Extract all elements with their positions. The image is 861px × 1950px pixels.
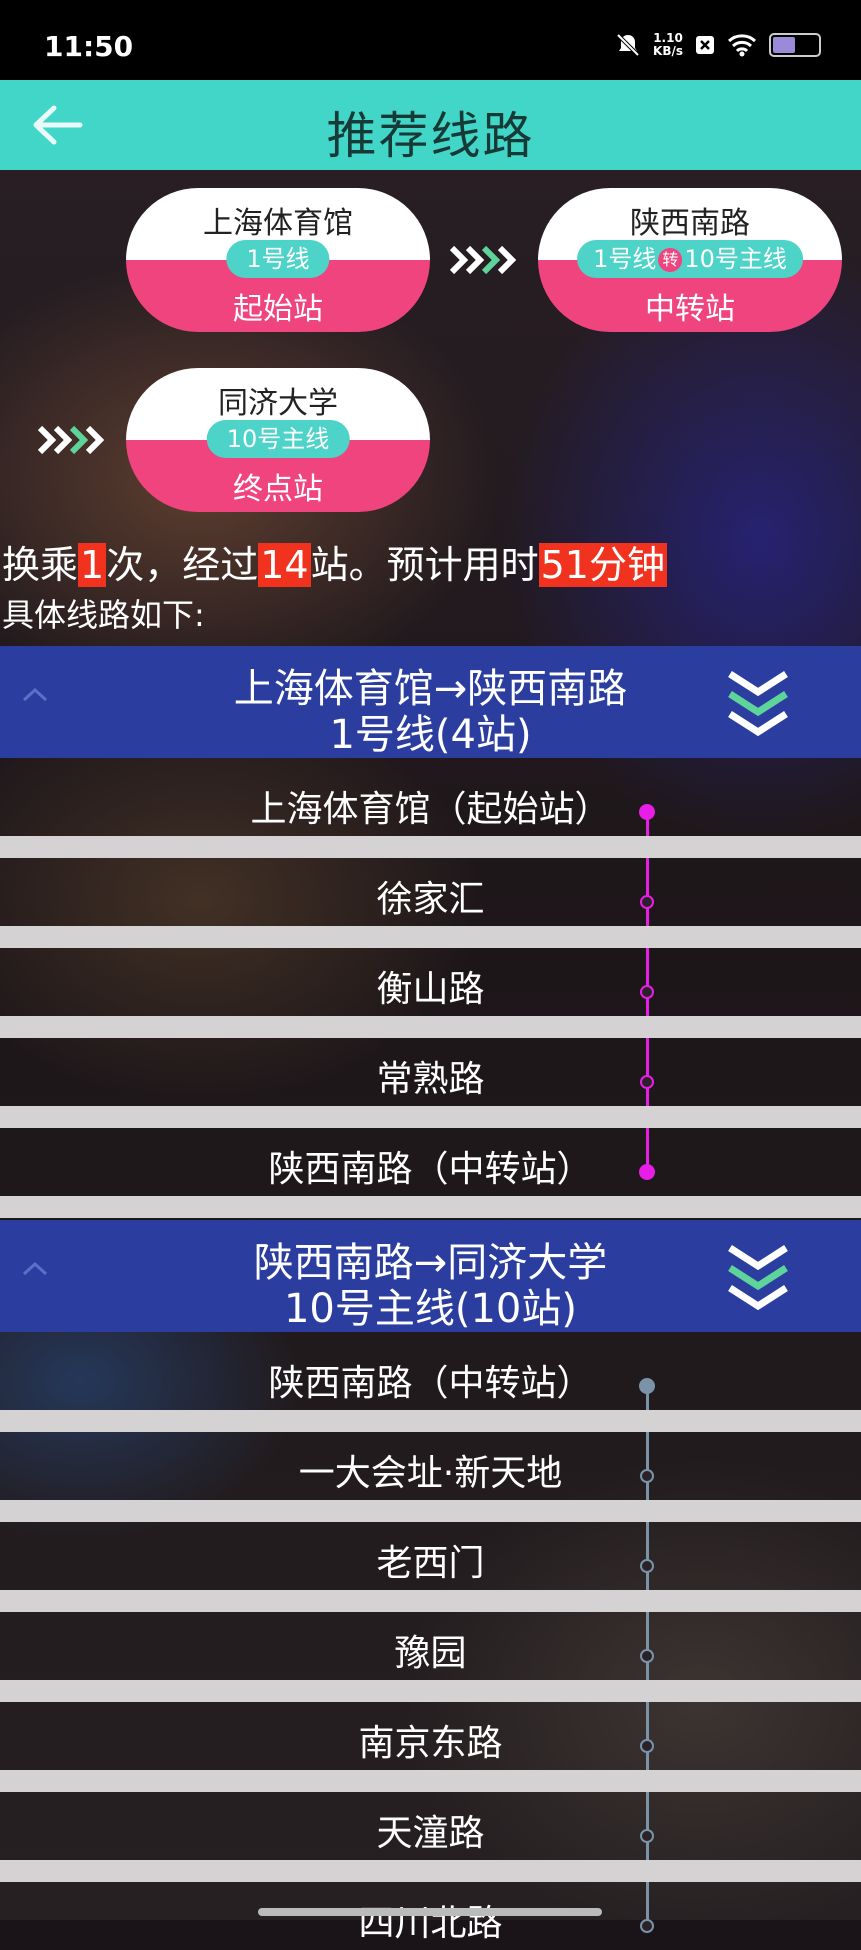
row-divider	[0, 1590, 861, 1612]
station-name: 一大会址·新天地	[298, 1453, 563, 1494]
station-row[interactable]: 老西门	[0, 1522, 861, 1590]
line-badge: 1号线	[226, 240, 330, 278]
station-dot	[640, 1829, 654, 1843]
route-card-transfer: 陕西南路 1号线转 10号主线 中转站	[538, 188, 842, 332]
station-name: 衡山路	[376, 969, 485, 1010]
row-divider	[0, 926, 861, 948]
row-divider	[0, 1770, 861, 1792]
status-time: 11:50	[44, 30, 134, 63]
station-name: 徐家汇	[376, 879, 485, 920]
mute-bell-icon	[616, 33, 640, 57]
station-role: 终点站	[233, 472, 323, 507]
station-count: 14	[258, 543, 311, 587]
chevrons-right-icon	[450, 245, 517, 275]
station-row[interactable]: 豫园	[0, 1612, 861, 1680]
row-divider	[0, 1410, 861, 1432]
station-dot	[640, 1919, 654, 1933]
home-indicator	[258, 1908, 602, 1916]
battery-icon	[769, 33, 821, 57]
station-role: 中转站	[645, 292, 735, 327]
terminal-dot	[639, 804, 655, 820]
station-name: 同济大学	[218, 386, 338, 421]
station-row[interactable]: 陕西南路（中转站）	[0, 1128, 861, 1196]
expand-down-icon[interactable]	[726, 668, 790, 740]
chevrons-right-icon	[38, 425, 105, 455]
station-name: 上海体育馆（起始站）	[250, 789, 611, 830]
net-speed: 1.10 KB/s	[653, 31, 683, 58]
segment-header-2[interactable]: 陕西南路→同济大学 10号主线(10站)	[0, 1220, 861, 1332]
station-name: 四川北路	[358, 1903, 503, 1944]
route-summary: 换乘1次，经过14站。预计用时51分钟	[2, 543, 667, 587]
station-name: 豫园	[394, 1633, 467, 1674]
segment-header-1[interactable]: 上海体育馆→陕西南路 1号线(4站)	[0, 646, 861, 758]
station-role: 起始站	[233, 292, 323, 327]
row-divider	[0, 836, 861, 858]
row-divider	[0, 1500, 861, 1522]
detail-label: 具体线路如下:	[2, 596, 205, 634]
station-name: 南京东路	[358, 1723, 503, 1764]
transfer-icon: 转	[658, 248, 683, 272]
terminal-dot	[639, 1164, 655, 1180]
page-title: 推荐线路	[326, 107, 535, 165]
row-divider	[0, 1196, 861, 1218]
row-divider	[0, 1016, 861, 1038]
row-divider	[0, 1680, 861, 1702]
station-row[interactable]: 一大会址·新天地	[0, 1432, 861, 1500]
line-badge: 10号主线	[206, 420, 350, 458]
station-row[interactable]: 陕西南路（中转站）	[0, 1342, 861, 1410]
station-dot	[640, 1739, 654, 1753]
station-name: 常熟路	[376, 1059, 485, 1100]
route-card-start: 上海体育馆 1号线 起始站	[126, 188, 430, 332]
route-card-end: 同济大学 10号主线 终点站	[126, 368, 430, 512]
station-dot	[640, 1649, 654, 1663]
station-name: 天潼路	[376, 1813, 485, 1854]
station-dot	[640, 895, 654, 909]
station-dot	[640, 1075, 654, 1089]
station-row[interactable]: 常熟路	[0, 1038, 861, 1106]
expand-down-icon[interactable]	[726, 1242, 790, 1314]
station-name: 老西门	[376, 1543, 485, 1584]
status-bar: 11:50 1.10 KB/s	[0, 0, 861, 80]
terminal-dot	[639, 1378, 655, 1394]
row-divider	[0, 1106, 861, 1128]
notification-x-icon	[696, 36, 714, 54]
station-row[interactable]: 天潼路	[0, 1792, 861, 1860]
line-badge-transfer: 1号线转 10号主线	[577, 240, 803, 278]
station-row[interactable]: 上海体育馆（起始站）	[0, 768, 861, 836]
station-row[interactable]: 四川北路	[0, 1882, 861, 1950]
station-name: 上海体育馆	[203, 206, 353, 241]
duration: 51分钟	[538, 543, 667, 587]
row-divider	[0, 1860, 861, 1882]
station-row[interactable]: 南京东路	[0, 1702, 861, 1770]
station-row[interactable]: 衡山路	[0, 948, 861, 1016]
station-row[interactable]: 徐家汇	[0, 858, 861, 926]
station-name: 陕西南路（中转站）	[268, 1363, 593, 1404]
transfer-count: 1	[78, 543, 107, 587]
station-dot	[640, 1469, 654, 1483]
station-name: 陕西南路（中转站）	[268, 1149, 593, 1190]
title-bar: 推荐线路	[0, 80, 861, 170]
station-name: 陕西南路	[630, 206, 750, 241]
station-dot	[640, 985, 654, 999]
wifi-icon	[727, 34, 757, 57]
station-dot	[640, 1559, 654, 1573]
status-icons: 1.10 KB/s	[615, 32, 821, 58]
